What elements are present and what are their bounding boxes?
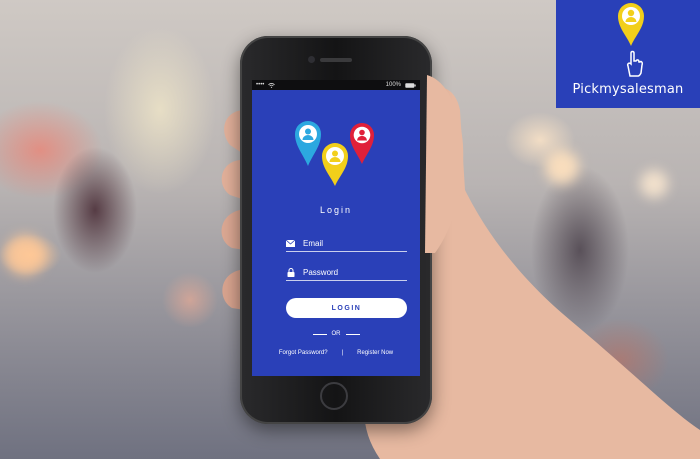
auth-links: Forgot Password? | Register Now bbox=[252, 350, 420, 356]
register-link[interactable]: Register Now bbox=[357, 350, 393, 356]
password-placeholder: Password bbox=[303, 267, 339, 277]
brand-name: Pickmysalesman bbox=[572, 82, 684, 97]
signal-indicator: •••• bbox=[256, 82, 265, 88]
email-placeholder: Email bbox=[303, 238, 324, 248]
home-button[interactable] bbox=[320, 382, 348, 410]
email-field[interactable]: Email bbox=[286, 235, 407, 252]
map-pin-icon bbox=[350, 123, 374, 164]
map-pin-icon bbox=[322, 143, 348, 186]
login-title: Login bbox=[319, 205, 353, 215]
app-logo bbox=[295, 121, 374, 186]
login-button[interactable]: LOGIN bbox=[286, 298, 407, 318]
battery-percent: 100% bbox=[385, 82, 401, 88]
battery-icon bbox=[405, 82, 416, 88]
background-bokeh bbox=[5, 235, 45, 275]
wifi-icon bbox=[268, 82, 276, 88]
or-divider: OR bbox=[252, 331, 420, 337]
map-pin-icon bbox=[618, 3, 644, 46]
camera-icon bbox=[308, 56, 315, 63]
divider-line bbox=[312, 333, 327, 335]
hand-pointer-icon bbox=[627, 50, 643, 77]
phone-device: •••• 100% Login Email Password LOGIN OR … bbox=[240, 36, 432, 424]
password-field[interactable]: Password bbox=[286, 264, 407, 281]
forgot-password-link[interactable]: Forgot Password? bbox=[279, 350, 328, 356]
lock-icon bbox=[286, 267, 295, 277]
thumb-image bbox=[425, 75, 464, 253]
map-pin-icon bbox=[295, 121, 321, 166]
envelope-icon bbox=[286, 239, 295, 248]
speaker-grille bbox=[320, 58, 352, 62]
status-bar: •••• 100% bbox=[252, 80, 420, 90]
link-separator: | bbox=[341, 350, 344, 356]
or-text: OR bbox=[331, 331, 341, 337]
app-screen: •••• 100% Login Email Password LOGIN OR … bbox=[252, 80, 420, 376]
brand-badge[interactable]: Pickmysalesman bbox=[556, 0, 700, 108]
divider-line bbox=[345, 333, 360, 335]
